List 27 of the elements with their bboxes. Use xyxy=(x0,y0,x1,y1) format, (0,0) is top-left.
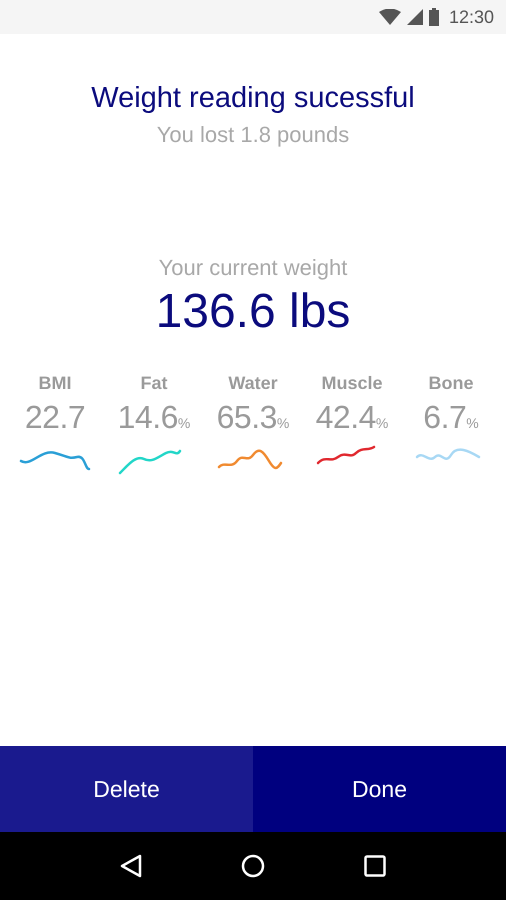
metric-value: 6.7 xyxy=(423,398,466,437)
back-icon[interactable] xyxy=(120,854,142,878)
recents-icon[interactable] xyxy=(364,855,386,877)
weight-value: 136.6 lbs xyxy=(156,284,350,340)
unit-label: % xyxy=(376,414,388,433)
metric-label: BMI xyxy=(38,372,72,395)
signal-icon xyxy=(406,9,423,25)
title: Weight reading sucessful xyxy=(91,81,415,116)
wifi-icon xyxy=(378,9,401,25)
clock: 12:30 xyxy=(448,6,494,28)
unit-label: % xyxy=(276,414,290,433)
unit-label: % xyxy=(466,414,479,433)
battery-icon xyxy=(428,8,439,26)
unit-label: % xyxy=(178,414,190,433)
subtitle: You lost 1.8 pounds xyxy=(156,121,350,149)
metric-value: 14.6 xyxy=(118,398,178,437)
metric-value: 42.4 xyxy=(316,398,376,437)
metric-label: Bone xyxy=(428,372,474,395)
done-button[interactable]: Done xyxy=(253,746,506,832)
metric-value: 22.7 xyxy=(24,398,86,437)
home-icon[interactable] xyxy=(240,854,265,878)
metric-label: Muscle xyxy=(321,372,383,395)
weight-label: Your current weight xyxy=(158,254,348,282)
metric-value: 65.3 xyxy=(216,398,277,437)
metric-label: Fat xyxy=(140,372,168,395)
delete-button[interactable]: Delete xyxy=(0,746,253,832)
metric-label: Water xyxy=(228,372,278,395)
